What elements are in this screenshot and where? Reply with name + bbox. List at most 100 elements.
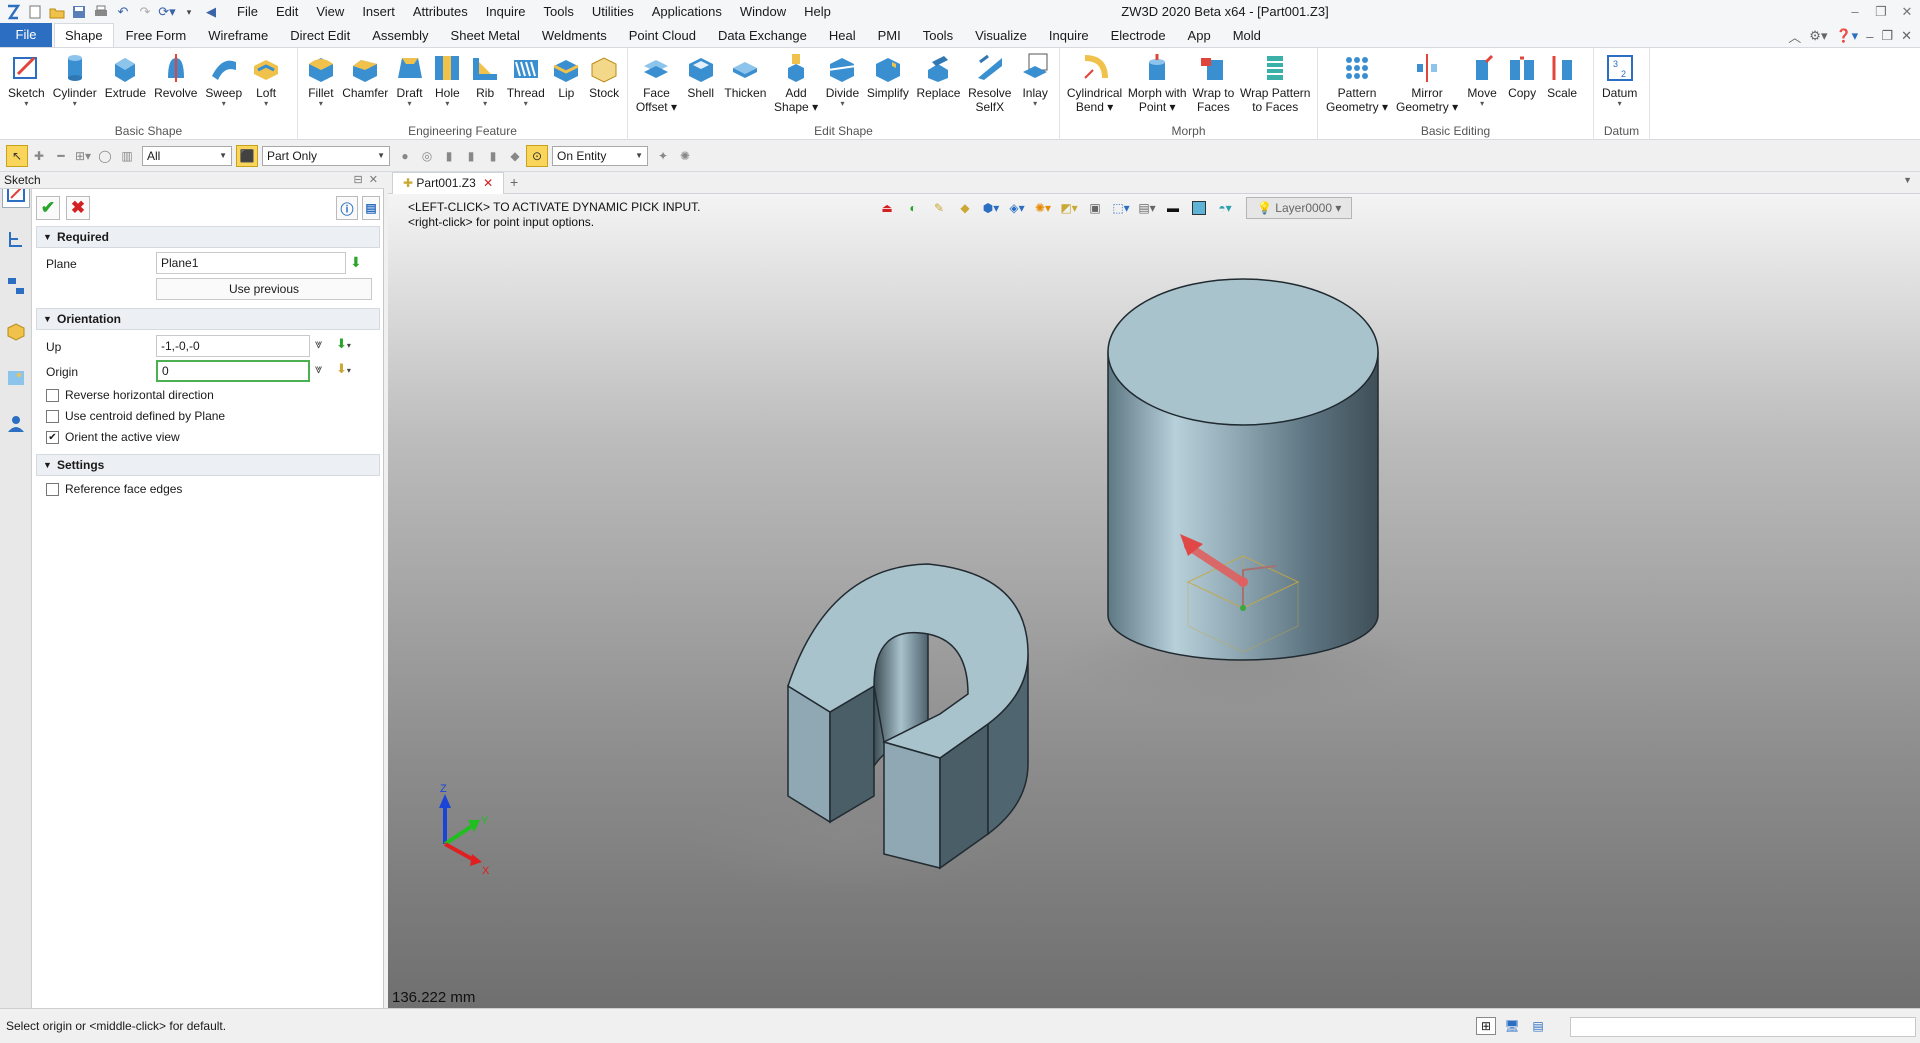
tab-list-icon[interactable]: ▼ xyxy=(1903,175,1912,185)
tab-point-cloud[interactable]: Point Cloud xyxy=(619,25,706,47)
chevron-down-icon[interactable]: ▾ xyxy=(1618,100,1622,108)
tab-visualize[interactable]: Visualize xyxy=(965,25,1037,47)
section-orientation[interactable]: ▼ Orientation xyxy=(36,308,380,330)
tab-mold[interactable]: Mold xyxy=(1223,25,1271,47)
mdi-minimize-icon[interactable]: – xyxy=(1866,29,1873,44)
pick-option-2-icon[interactable]: ◎ xyxy=(416,145,438,167)
menu-edit[interactable]: Edit xyxy=(267,0,307,24)
back-arrow-icon[interactable]: ◀ xyxy=(200,2,222,22)
section-required[interactable]: ▼ Required xyxy=(36,226,380,248)
part-library-icon[interactable] xyxy=(2,318,30,346)
tab-heal[interactable]: Heal xyxy=(819,25,866,47)
display-icon[interactable]: 🖥 xyxy=(1502,1017,1522,1035)
tab-close-icon[interactable]: ✕ xyxy=(483,176,493,190)
pin-icon[interactable]: ⊟ xyxy=(353,174,362,186)
settings-gear-icon[interactable]: ⚙▾ xyxy=(1809,28,1827,44)
close-icon[interactable]: ✕ xyxy=(1894,0,1920,24)
tab-wireframe[interactable]: Wireframe xyxy=(198,25,278,47)
origin-pick-icon[interactable]: ⬇▾ xyxy=(336,361,351,377)
pick-option-3-icon[interactable]: ▮ xyxy=(438,145,460,167)
user-profile-icon[interactable] xyxy=(2,410,30,438)
menu-file[interactable]: File xyxy=(228,0,267,24)
lasso-icon[interactable]: ◯ xyxy=(94,145,116,167)
snap-mode-icon[interactable]: ⊙ xyxy=(526,145,548,167)
ok-button[interactable]: ✔ xyxy=(36,196,60,220)
graphics-viewport[interactable]: <LEFT-CLICK> TO ACTIVATE DYNAMIC PICK IN… xyxy=(388,194,1920,1008)
chevron-down-icon[interactable]: ▾ xyxy=(319,100,323,108)
mdi-close-icon[interactable]: ✕ xyxy=(1901,28,1912,44)
part-scope-icon[interactable]: ⬛ xyxy=(236,145,258,167)
image-library-icon[interactable] xyxy=(2,364,30,392)
repeat-command-icon[interactable]: ⟳▾ xyxy=(156,2,178,22)
menu-help[interactable]: Help xyxy=(795,0,840,24)
reference-face-edges-checkbox[interactable]: Reference face edges xyxy=(46,482,182,496)
new-tab-icon[interactable]: + xyxy=(510,174,518,190)
info-icon[interactable]: ⓘ xyxy=(336,196,358,220)
mdi-restore-icon[interactable]: ❐ xyxy=(1881,28,1893,44)
chevron-down-icon[interactable]: ▾ xyxy=(1480,100,1484,108)
undo-icon[interactable]: ↶ xyxy=(112,2,134,22)
help-icon[interactable]: ❓▾ xyxy=(1835,28,1858,44)
up-pick-icon[interactable]: ⬇▾ xyxy=(336,336,351,352)
remove-filter-icon[interactable]: ━ xyxy=(50,145,72,167)
chevron-down-icon[interactable]: ▾ xyxy=(524,100,528,108)
tab-direct-edit[interactable]: Direct Edit xyxy=(280,25,360,47)
chevron-down-icon[interactable]: ▾ xyxy=(445,100,449,108)
minimize-icon[interactable]: – xyxy=(1842,0,1868,24)
scope-select[interactable]: Part Only ▼ xyxy=(262,146,390,166)
menu-insert[interactable]: Insert xyxy=(353,0,404,24)
menu-inquire[interactable]: Inquire xyxy=(477,0,535,24)
plane-field[interactable]: Plane1 xyxy=(156,252,346,274)
pick-option-5-icon[interactable]: ▮ xyxy=(482,145,504,167)
use-centroid-checkbox[interactable]: Use centroid defined by Plane xyxy=(46,409,225,423)
tab-inquire[interactable]: Inquire xyxy=(1039,25,1099,47)
snap-option-2-icon[interactable]: ✺ xyxy=(674,145,696,167)
menu-utilities[interactable]: Utilities xyxy=(583,0,643,24)
panel-close-icon[interactable]: ✕ xyxy=(369,174,378,186)
up-expand-icon[interactable]: ⩔ xyxy=(315,336,322,352)
select-pointer-icon[interactable]: ↖ xyxy=(6,145,28,167)
filter-list-icon[interactable]: ▥ xyxy=(116,145,138,167)
chevron-down-icon[interactable]: ▾ xyxy=(483,100,487,108)
tab-weldments[interactable]: Weldments xyxy=(532,25,617,47)
open-folder-icon[interactable] xyxy=(46,2,68,22)
restore-icon[interactable]: ❐ xyxy=(1868,0,1894,24)
add-filter-icon[interactable]: ✚ xyxy=(28,145,50,167)
panel-options-icon[interactable]: ▤ xyxy=(362,196,380,220)
tab-pmi[interactable]: PMI xyxy=(868,25,911,47)
menu-view[interactable]: View xyxy=(307,0,353,24)
pick-option-6-icon[interactable]: ◆ xyxy=(504,145,526,167)
origin-field[interactable]: 0 xyxy=(156,360,310,382)
input-mode-icon[interactable]: ⊞ xyxy=(1476,1017,1496,1035)
history-tree-icon[interactable] xyxy=(2,226,30,254)
snap-option-1-icon[interactable]: ✦ xyxy=(652,145,674,167)
tab-data-exchange[interactable]: Data Exchange xyxy=(708,25,817,47)
pick-plane-icon[interactable]: ⬇ xyxy=(350,254,370,272)
tab-tools[interactable]: Tools xyxy=(913,25,963,47)
up-field[interactable]: -1,-0,-0 xyxy=(156,335,310,357)
section-settings[interactable]: ▼ Settings xyxy=(36,454,380,476)
origin-expand-icon[interactable]: ⩔ xyxy=(315,361,322,377)
cancel-button[interactable]: ✖ xyxy=(66,196,90,220)
customize-dropdown-icon[interactable]: ▾ xyxy=(178,2,200,22)
command-input[interactable] xyxy=(1570,1017,1916,1037)
tab-assembly[interactable]: Assembly xyxy=(362,25,438,47)
use-previous-button[interactable]: Use previous xyxy=(156,278,372,300)
chevron-down-icon[interactable]: ▾ xyxy=(840,100,844,108)
orient-active-view-checkbox[interactable]: ✔ Orient the active view xyxy=(46,430,180,444)
tab-app[interactable]: App xyxy=(1178,25,1221,47)
chevron-down-icon[interactable]: ▾ xyxy=(408,100,412,108)
reverse-horizontal-checkbox[interactable]: Reverse horizontal direction xyxy=(46,388,214,402)
chevron-down-icon[interactable]: ▾ xyxy=(73,100,77,108)
menu-window[interactable]: Window xyxy=(731,0,795,24)
new-file-icon[interactable] xyxy=(24,2,46,22)
pick-location-select[interactable]: On Entity ▼ xyxy=(552,146,648,166)
document-tab[interactable]: ✚ Part001.Z3 ✕ xyxy=(392,172,505,194)
menu-attributes[interactable]: Attributes xyxy=(404,0,477,24)
tab-free-form[interactable]: Free Form xyxy=(116,25,197,47)
tab-sheet-metal[interactable]: Sheet Metal xyxy=(441,25,530,47)
pick-option-1-icon[interactable]: ● xyxy=(394,145,416,167)
redo-icon[interactable]: ↷ xyxy=(134,2,156,22)
assembly-tree-icon[interactable] xyxy=(2,272,30,300)
tab-electrode[interactable]: Electrode xyxy=(1101,25,1176,47)
